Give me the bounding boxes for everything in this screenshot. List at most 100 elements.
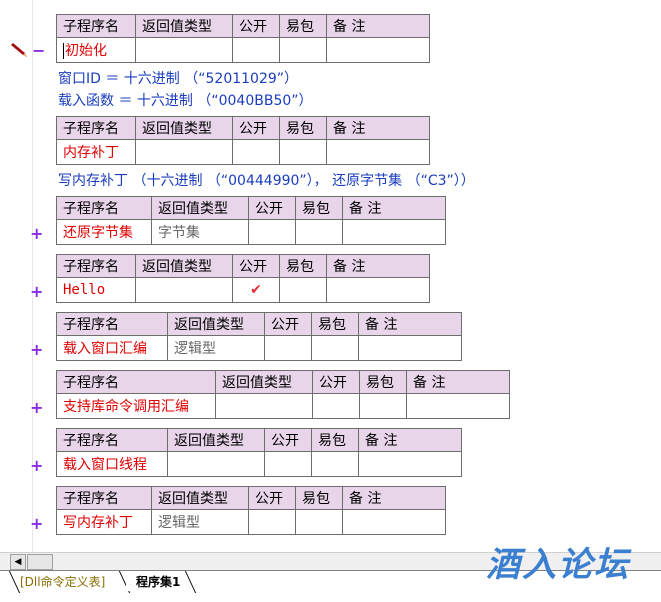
col-easypack-header: 易包 — [295, 196, 343, 220]
code-line[interactable]: 窗口ID ＝ 十六进制 （“52011029”） — [58, 68, 298, 88]
col-remark-header: 备 注 — [326, 116, 430, 140]
col-name-header: 子程序名 — [56, 486, 152, 510]
col-easypack-header: 易包 — [359, 370, 407, 394]
return-type-cell[interactable] — [135, 277, 233, 303]
col-return-header: 返回值类型 — [151, 486, 249, 510]
text-caret — [63, 43, 64, 59]
pencil-icon — [11, 43, 27, 57]
return-type-cell[interactable]: 逻辑型 — [167, 335, 265, 361]
subroutine-table: 子程序名 返回值类型 公开 易包 备 注 支持库命令调用汇编 — [56, 370, 510, 419]
code-line[interactable]: 载入函数 ＝ 十六进制 （“0040BB50”） — [58, 90, 313, 110]
subroutine-name-cell[interactable]: 载入窗口汇编 — [56, 335, 168, 361]
col-return-header: 返回值类型 — [135, 116, 233, 140]
return-type-cell[interactable]: 字节集 — [151, 219, 249, 245]
subroutine-table: 子程序名 返回值类型 公开 易包 备 注 载入窗口汇编 逻辑型 — [56, 312, 462, 361]
subroutine-name-cell[interactable]: 支持库命令调用汇编 — [56, 393, 216, 419]
return-type-cell[interactable] — [215, 393, 313, 419]
col-public-header: 公开 — [312, 370, 360, 394]
scroll-thumb[interactable] — [27, 554, 53, 570]
watermark-logo: 酒入论坛 — [486, 545, 630, 585]
return-type-cell[interactable] — [167, 451, 265, 477]
easypack-cell[interactable] — [311, 335, 359, 361]
col-return-header: 返回值类型 — [135, 254, 233, 278]
public-cell[interactable] — [248, 219, 296, 245]
col-public-header: 公开 — [232, 116, 280, 140]
col-remark-header: 备 注 — [342, 196, 446, 220]
return-type-cell[interactable] — [135, 139, 233, 165]
public-cell[interactable] — [312, 393, 360, 419]
subroutine-name-cell[interactable]: Hello — [56, 277, 136, 303]
expand-toggle[interactable]: + — [30, 514, 43, 533]
return-type-cell[interactable] — [135, 37, 233, 63]
col-name-header: 子程序名 — [56, 254, 136, 278]
col-return-header: 返回值类型 — [167, 312, 265, 336]
public-cell[interactable] — [232, 139, 280, 165]
expand-toggle[interactable]: + — [30, 456, 43, 475]
col-remark-header: 备 注 — [358, 312, 462, 336]
easypack-cell[interactable] — [279, 139, 327, 165]
subroutine-table: 子程序名 返回值类型 公开 易包 备 注 内存补丁 — [56, 116, 430, 165]
col-name-header: 子程序名 — [56, 312, 168, 336]
col-easypack-header: 易包 — [279, 116, 327, 140]
subroutine-name-cell[interactable]: 初始化 — [56, 37, 136, 63]
easypack-cell[interactable] — [279, 37, 327, 63]
easypack-cell[interactable] — [359, 393, 407, 419]
easypack-cell[interactable] — [311, 451, 359, 477]
remark-cell[interactable] — [342, 219, 446, 245]
easypack-cell[interactable] — [279, 277, 327, 303]
remark-cell[interactable] — [358, 335, 462, 361]
subroutine-table: 子程序名 返回值类型 公开 易包 备 注 载入窗口线程 — [56, 428, 462, 477]
remark-cell[interactable] — [326, 277, 430, 303]
col-easypack-header: 易包 — [279, 254, 327, 278]
col-name-header: 子程序名 — [56, 370, 216, 394]
public-cell[interactable] — [264, 451, 312, 477]
remark-cell[interactable] — [358, 451, 462, 477]
col-remark-header: 备 注 — [406, 370, 510, 394]
public-cell[interactable] — [264, 335, 312, 361]
subroutine-table: 子程序名 返回值类型 公开 易包 备 注 写内存补丁 逻辑型 — [56, 486, 446, 535]
remark-cell[interactable] — [326, 139, 430, 165]
expand-toggle[interactable]: + — [30, 398, 43, 417]
col-return-header: 返回值类型 — [167, 428, 265, 452]
col-remark-header: 备 注 — [326, 254, 430, 278]
easypack-cell[interactable] — [295, 219, 343, 245]
easypack-cell[interactable] — [295, 509, 343, 535]
public-cell[interactable] — [232, 37, 280, 63]
public-checkmark[interactable]: ✔ — [232, 277, 280, 303]
return-type-cell[interactable]: 逻辑型 — [151, 509, 249, 535]
editor-gutter — [0, 0, 33, 552]
col-public-header: 公开 — [232, 254, 280, 278]
col-return-header: 返回值类型 — [135, 14, 233, 38]
subroutine-name: 初始化 — [65, 43, 107, 59]
expand-toggle[interactable]: + — [30, 224, 43, 243]
tab-program-set-1[interactable]: 程序集1 — [126, 573, 191, 591]
col-public-header: 公开 — [264, 428, 312, 452]
col-remark-header: 备 注 — [326, 14, 430, 38]
subroutine-name-cell[interactable]: 还原字节集 — [56, 219, 152, 245]
subroutine-name-cell[interactable]: 载入窗口线程 — [56, 451, 168, 477]
public-cell[interactable] — [248, 509, 296, 535]
remark-cell[interactable] — [326, 37, 430, 63]
col-return-header: 返回值类型 — [151, 196, 249, 220]
col-remark-header: 备 注 — [342, 486, 446, 510]
scroll-left-arrow-icon[interactable]: ◀ — [10, 554, 26, 570]
col-public-header: 公开 — [264, 312, 312, 336]
col-public-header: 公开 — [248, 196, 296, 220]
remark-cell[interactable] — [342, 509, 446, 535]
col-name-header: 子程序名 — [56, 116, 136, 140]
code-line[interactable]: 写内存补丁 （十六进制 （“00444990”）， 还原字节集 （“C3”）） — [58, 170, 475, 190]
col-easypack-header: 易包 — [311, 312, 359, 336]
remark-cell[interactable] — [406, 393, 510, 419]
col-return-header: 返回值类型 — [215, 370, 313, 394]
col-public-header: 公开 — [232, 14, 280, 38]
expand-toggle[interactable]: + — [30, 340, 43, 359]
col-easypack-header: 易包 — [311, 428, 359, 452]
subroutine-name-cell[interactable]: 写内存补丁 — [56, 509, 152, 535]
expand-toggle[interactable]: + — [30, 282, 43, 301]
tab-dll-commands[interactable]: [Dll命令定义表] — [10, 573, 115, 591]
collapse-toggle[interactable]: − — [32, 41, 45, 60]
subroutine-name-cell[interactable]: 内存补丁 — [56, 139, 136, 165]
col-public-header: 公开 — [248, 486, 296, 510]
col-easypack-header: 易包 — [279, 14, 327, 38]
subroutine-table: 子程序名 返回值类型 公开 易包 备 注 初始化 — [56, 14, 430, 63]
